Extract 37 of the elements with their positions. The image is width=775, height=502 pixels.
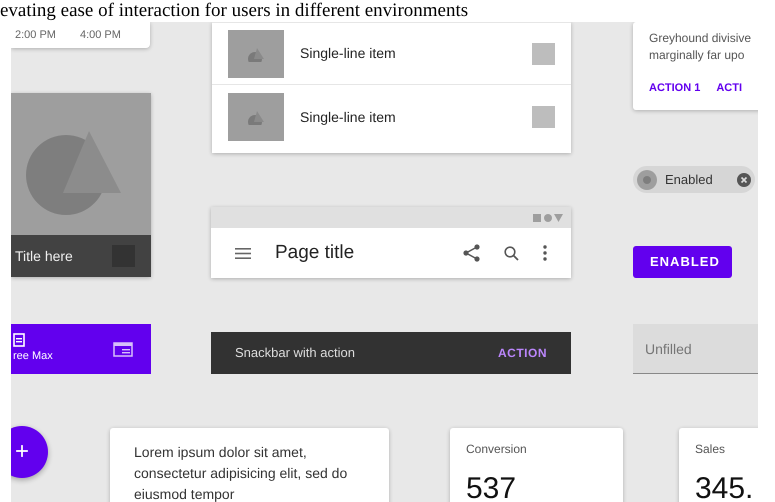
- thumbnail-icon: [228, 93, 284, 141]
- avatar-icon: [637, 170, 657, 190]
- text-field[interactable]: Unfilled: [633, 324, 758, 374]
- close-icon[interactable]: [737, 172, 751, 186]
- page-title: Page title: [275, 240, 356, 265]
- search-icon[interactable]: [504, 246, 519, 260]
- snackbar-message: Snackbar with action: [235, 344, 355, 362]
- card-text: Greyhound divisive: [649, 30, 752, 47]
- chip[interactable]: Enabled: [633, 166, 755, 193]
- status-icons: [533, 214, 563, 222]
- more-icon[interactable]: [543, 245, 547, 261]
- banner-text: evating ease of interaction for users in different environments: [0, 0, 468, 22]
- chip-label: Enabled: [665, 170, 714, 189]
- card-action[interactable]: ACTION 1: [649, 80, 700, 96]
- calendar-icon[interactable]: [112, 342, 133, 356]
- menu-icon[interactable]: [235, 248, 251, 258]
- thumbnail-icon: [228, 30, 284, 78]
- list-item-label[interactable]: Single-line item: [300, 106, 516, 128]
- list-item-label[interactable]: Single-line item: [300, 43, 516, 64]
- snackbar-action[interactable]: ACTION: [498, 344, 547, 362]
- enabled-button[interactable]: ENABLED: [633, 246, 732, 278]
- nav-label[interactable]: ree Max: [13, 348, 53, 365]
- stat-label: Sales: [695, 441, 726, 458]
- checkbox[interactable]: [532, 42, 555, 64]
- document-icon[interactable]: [13, 333, 25, 348]
- fab-button[interactable]: +: [11, 426, 48, 478]
- stat-label: Conversion: [466, 441, 528, 458]
- card-action[interactable]: ACTI: [716, 80, 742, 96]
- time-label: 4:00 PM: [80, 28, 121, 43]
- checkbox[interactable]: [532, 106, 555, 128]
- stat-value: 345.: [695, 474, 754, 502]
- stat-value: 537: [466, 474, 518, 502]
- share-icon[interactable]: [463, 244, 480, 262]
- card-title: Title here: [15, 246, 73, 266]
- time-label: 2:00 PM: [15, 28, 56, 43]
- card-text: marginally far upo: [649, 47, 746, 64]
- body-text: Lorem ipsum dolor sit amet, consectetur adipisicing elit, sed do eiusmod tempor: [134, 443, 348, 502]
